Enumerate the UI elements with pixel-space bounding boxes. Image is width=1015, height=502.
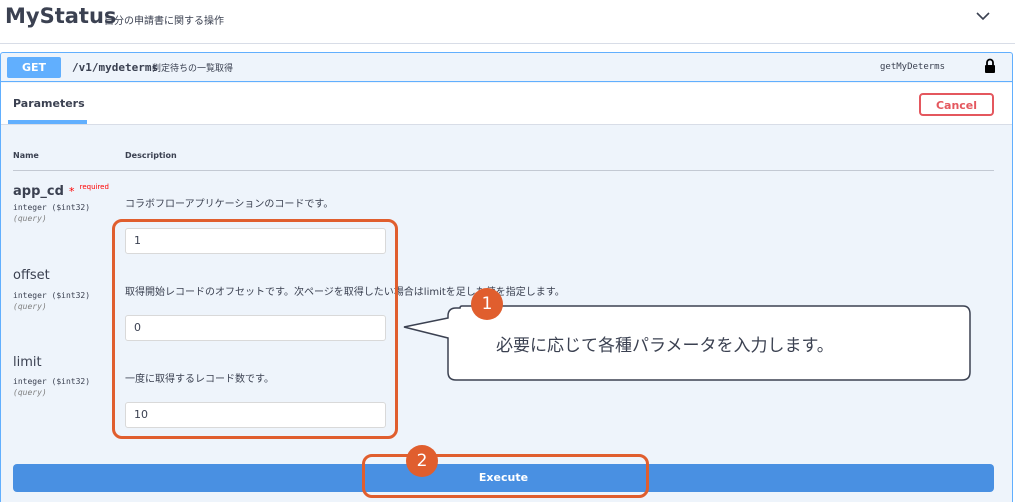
operation-id: getMyDeterms	[880, 62, 946, 72]
cancel-button[interactable]: Cancel	[919, 93, 994, 116]
section-title[interactable]: MyStatus	[5, 4, 116, 28]
param-name-app-cd: app_cd * required	[13, 180, 109, 199]
param-name-offset: offset	[13, 268, 50, 283]
param-type: integer ($int32)	[13, 377, 91, 386]
param-name: app_cd	[13, 184, 64, 199]
http-method-badge: GET	[7, 57, 61, 78]
tab-active-indicator	[8, 120, 87, 124]
annotation-callout-text: 必要に応じて各種パラメータを入力します。	[496, 336, 834, 356]
annotation-step-1-badge: 1	[471, 288, 503, 320]
param-description: コラボフローアプリケーションのコードです。	[125, 199, 334, 210]
param-location: (query)	[13, 388, 47, 397]
parameters-header	[1, 83, 1012, 125]
required-mark: *	[69, 185, 75, 198]
operation-summary-text: 判定待ちの一覧取得	[152, 64, 234, 74]
section-divider	[0, 43, 1015, 44]
section-description: 自分の申請書に関する操作	[104, 16, 224, 27]
chevron-down-icon[interactable]	[975, 9, 991, 23]
param-location: (query)	[13, 302, 47, 311]
annotation-step-2-badge: 2	[406, 445, 438, 477]
required-label: required	[79, 183, 109, 191]
operation-path: /v1/mydeterms	[72, 61, 159, 74]
annotation-highlight-inputs	[112, 219, 398, 439]
lock-icon[interactable]	[984, 58, 996, 74]
tab-parameters[interactable]: Parameters	[13, 97, 85, 110]
column-divider	[13, 170, 994, 171]
column-header-description: Description	[125, 151, 177, 160]
param-location: (query)	[13, 214, 47, 223]
param-type: integer ($int32)	[13, 291, 91, 300]
param-type: integer ($int32)	[13, 203, 91, 212]
column-header-name: Name	[13, 151, 39, 160]
param-name-limit: limit	[13, 355, 42, 370]
